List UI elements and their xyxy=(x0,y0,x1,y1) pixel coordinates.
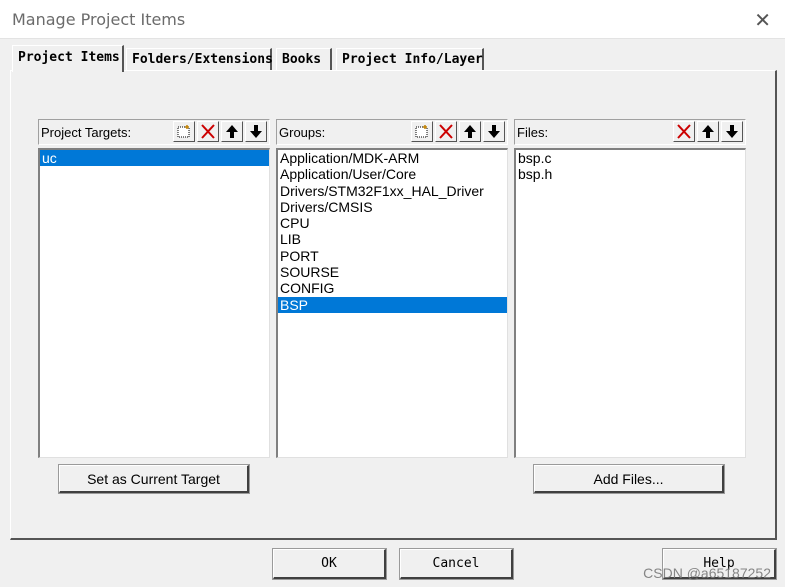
list-item[interactable]: PORT xyxy=(278,248,507,264)
move-down-group-button[interactable] xyxy=(483,121,505,142)
move-down-icon xyxy=(488,125,500,138)
move-down-file-button[interactable] xyxy=(721,121,743,142)
files-label: Files: xyxy=(517,125,549,140)
close-icon[interactable]: ✕ xyxy=(754,8,771,32)
tab-books[interactable]: Books xyxy=(276,48,332,70)
add-files-button[interactable]: Add Files... xyxy=(533,464,725,494)
list-item[interactable]: Application/MDK-ARM xyxy=(278,150,507,166)
move-down-icon xyxy=(726,125,738,138)
move-down-target-button[interactable] xyxy=(245,121,267,142)
new-target-button[interactable] xyxy=(173,121,195,142)
tab-project-info-layer[interactable]: Project Info/Layer xyxy=(336,48,484,70)
targets-label: Project Targets: xyxy=(41,125,132,140)
move-up-icon xyxy=(464,125,476,138)
cancel-button[interactable]: Cancel xyxy=(399,548,514,580)
move-up-file-button[interactable] xyxy=(697,121,719,142)
delete-target-button[interactable] xyxy=(197,121,219,142)
list-item[interactable]: bsp.c xyxy=(516,150,745,166)
move-up-target-button[interactable] xyxy=(221,121,243,142)
files-header: Files: xyxy=(514,119,746,145)
targets-list[interactable]: uc xyxy=(38,148,270,458)
delete-icon xyxy=(677,124,691,139)
move-up-group-button[interactable] xyxy=(459,121,481,142)
new-icon xyxy=(177,125,190,138)
watermark: CSDN @a65187252 xyxy=(643,565,771,581)
title-bar: Manage Project Items ✕ xyxy=(0,0,785,39)
move-up-icon xyxy=(702,125,714,138)
set-current-target-button[interactable]: Set as Current Target xyxy=(58,464,250,494)
list-item[interactable]: LIB xyxy=(278,231,507,247)
move-down-icon xyxy=(250,125,262,138)
list-item[interactable]: Application/User/Core xyxy=(278,166,507,182)
targets-header: Project Targets: xyxy=(38,119,270,145)
list-item[interactable]: SOURSE xyxy=(278,264,507,280)
window-title: Manage Project Items xyxy=(12,10,186,29)
new-group-button[interactable] xyxy=(411,121,433,142)
groups-list[interactable]: Application/MDK-ARM Application/User/Cor… xyxy=(276,148,508,458)
move-up-icon xyxy=(226,125,238,138)
tab-project-items[interactable]: Project Items xyxy=(12,45,124,72)
list-item[interactable]: BSP xyxy=(278,296,507,313)
delete-icon xyxy=(201,124,215,139)
groups-label: Groups: xyxy=(279,125,326,140)
delete-group-button[interactable] xyxy=(435,121,457,142)
list-item[interactable]: CPU xyxy=(278,215,507,231)
list-item[interactable]: uc xyxy=(40,150,269,167)
list-item[interactable]: Drivers/CMSIS xyxy=(278,199,507,215)
tab-folders-extensions[interactable]: Folders/Extensions xyxy=(126,48,273,70)
groups-header: Groups: xyxy=(276,119,508,145)
ok-button[interactable]: OK xyxy=(272,548,387,580)
new-icon xyxy=(415,125,428,138)
delete-icon xyxy=(439,124,453,139)
list-item[interactable]: Drivers/STM32F1xx_HAL_Driver xyxy=(278,183,507,199)
delete-file-button[interactable] xyxy=(673,121,695,142)
files-list[interactable]: bsp.c bsp.h xyxy=(514,148,746,458)
list-item[interactable]: CONFIG xyxy=(278,280,507,296)
list-item[interactable]: bsp.h xyxy=(516,166,745,182)
